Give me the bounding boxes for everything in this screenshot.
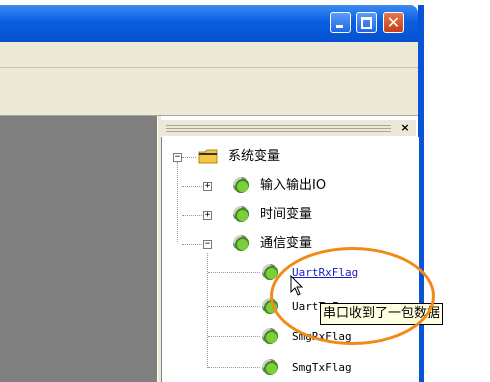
tree-line bbox=[207, 253, 208, 368]
tree-line bbox=[208, 306, 260, 307]
tree-group-label[interactable]: 通信变量 bbox=[260, 235, 312, 253]
expander[interactable]: + bbox=[203, 211, 212, 220]
tree-root-label[interactable]: 系统变量 bbox=[228, 148, 280, 166]
minimize-button[interactable] bbox=[330, 12, 351, 33]
variable-gear-icon bbox=[262, 328, 278, 344]
tree-line bbox=[182, 215, 204, 216]
close-button[interactable]: ✕ bbox=[383, 12, 404, 33]
tree-line bbox=[208, 336, 260, 337]
panel-grip bbox=[166, 125, 391, 126]
menu-bar[interactable] bbox=[0, 42, 418, 68]
tree-line bbox=[208, 272, 260, 273]
workspace-area bbox=[0, 116, 157, 382]
maximize-button[interactable] bbox=[356, 12, 377, 33]
tree-group-label[interactable]: 输入输出IO bbox=[260, 177, 326, 195]
variable-gear-icon bbox=[262, 359, 278, 375]
tree-line bbox=[182, 186, 204, 187]
tree-item-label[interactable]: SmgTxFlag bbox=[292, 359, 352, 377]
toolbar[interactable] bbox=[0, 68, 418, 116]
expander[interactable]: − bbox=[203, 240, 212, 249]
panel-grip bbox=[166, 131, 391, 132]
highlight-ellipse bbox=[270, 247, 435, 345]
tree-line bbox=[182, 157, 196, 158]
variable-gear-icon bbox=[233, 177, 249, 193]
close-icon: ✕ bbox=[386, 13, 401, 32]
expander[interactable]: − bbox=[173, 153, 182, 162]
panel-grip bbox=[166, 128, 391, 129]
folder-icon bbox=[198, 149, 218, 168]
tree-line bbox=[208, 367, 260, 368]
panel-close-button[interactable]: × bbox=[398, 120, 412, 136]
tree-line bbox=[182, 244, 204, 245]
variable-gear-icon bbox=[233, 206, 249, 222]
tree-group-label[interactable]: 时间变量 bbox=[260, 206, 312, 224]
variable-gear-icon bbox=[233, 235, 249, 251]
expander[interactable]: + bbox=[203, 182, 212, 191]
tree-line bbox=[177, 162, 178, 242]
